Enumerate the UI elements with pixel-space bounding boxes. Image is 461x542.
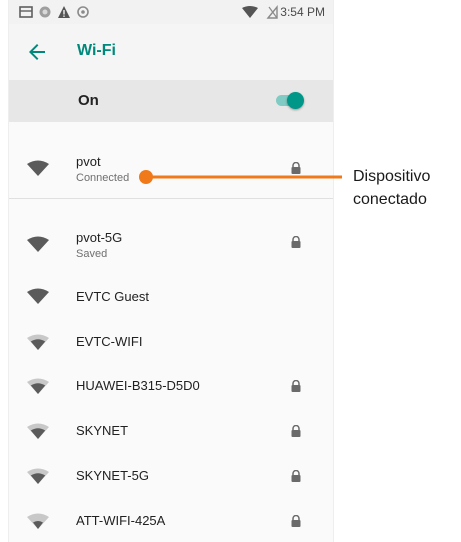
wifi-switch-label: On [78,92,99,109]
annotation-line-1: Dispositivo [353,168,431,185]
wifi-signal-weak-icon [27,513,49,529]
battery-icon [266,5,278,19]
network-name: SKYNET-5G [76,468,149,483]
network-item-pvot[interactable]: pvot Connected [9,138,333,198]
lock-icon [291,236,301,248]
toggle-thumb [287,92,304,109]
network-name: HUAWEI-B315-D5D0 [76,378,200,393]
lock-icon [291,425,301,437]
wifi-signal-medium-icon [27,378,49,394]
network-status: Connected [76,172,130,184]
wifi-signal-strong-icon [27,288,49,304]
wifi-icon [242,6,258,18]
app-bar: Wi-Fi [9,24,333,80]
lock-icon [291,162,301,174]
network-name: EVTC Guest [76,289,149,304]
network-name: pvot [76,154,101,169]
sync-icon [39,6,51,18]
network-item-skynet-5g[interactable]: SKYNET-5G [9,458,333,494]
network-status: Saved [76,248,108,260]
lock-icon [291,515,301,527]
network-item-evtc-guest[interactable]: EVTC Guest [9,280,333,316]
network-name: ATT-WIFI-425A [76,513,166,528]
alert-icon [58,6,70,18]
wifi-signal-strong-icon [27,236,49,252]
network-item-huawei[interactable]: HUAWEI-B315-D5D0 [9,368,333,404]
network-name: EVTC-WIFI [76,334,143,349]
phone-screen: 3:54 PM Wi-Fi On pvot Connected pvot-5G … [9,0,333,542]
network-name: pvot-5G [76,230,123,245]
page-title: Wi-Fi [77,42,116,59]
arrow-back-icon[interactable] [25,40,49,64]
sd-card-icon [19,6,33,18]
lock-icon [291,380,301,392]
wifi-signal-medium-icon [27,423,49,439]
network-item-evtc-wifi[interactable]: EVTC-WIFI [9,324,333,360]
network-name: SKYNET [76,423,129,438]
wifi-signal-strong-icon [27,160,49,176]
network-item-att-wifi[interactable]: ATT-WIFI-425A [9,503,333,539]
lock-icon [291,470,301,482]
status-bar: 3:54 PM [9,0,333,24]
network-item-pvot-5g[interactable]: pvot-5G Saved [9,218,333,268]
network-item-skynet[interactable]: SKYNET [9,413,333,449]
annotation-line-2: conectado [353,191,427,208]
list-divider [9,198,333,199]
wifi-signal-medium-icon [27,468,49,484]
wifi-signal-medium-icon [27,334,49,350]
status-time: 3:54 PM [280,5,325,19]
settings-icon [77,6,89,18]
annotation-text: Dispositivo conectado [353,165,430,211]
wifi-master-switch-row[interactable]: On [9,80,333,122]
wifi-toggle[interactable] [275,92,305,110]
